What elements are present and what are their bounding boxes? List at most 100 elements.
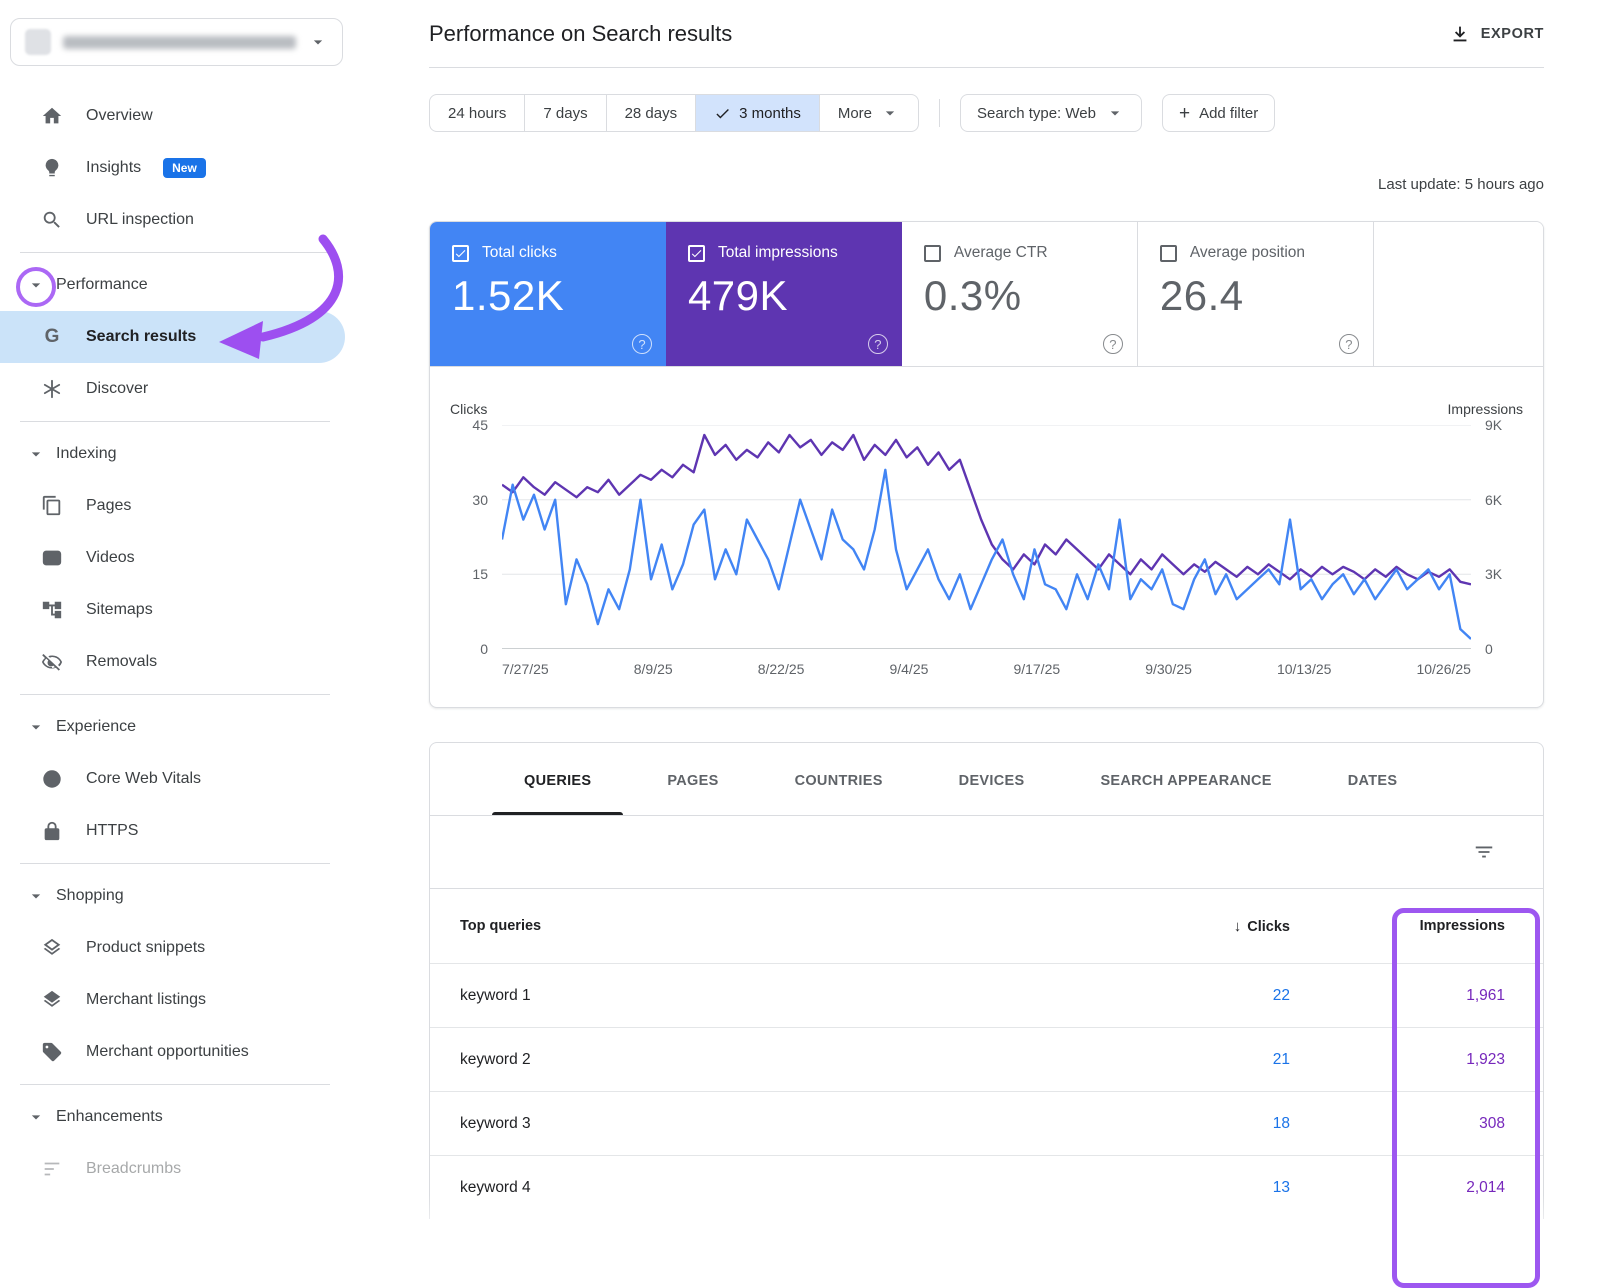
date-range-24-hours[interactable]: 24 hours <box>430 95 524 131</box>
sidebar-item-merchant-opportunities[interactable]: Merchant opportunities <box>0 1026 345 1078</box>
segment-label: 28 days <box>625 105 678 122</box>
date-range-more[interactable]: More <box>819 95 918 131</box>
tab-search-appearance[interactable]: SEARCH APPEARANCE <box>1062 743 1309 815</box>
sitemap-icon <box>40 599 64 621</box>
sidebar-item-overview[interactable]: Overview <box>0 90 345 142</box>
sidebar-item-insights[interactable]: Insights New <box>0 142 345 194</box>
filter-icon[interactable] <box>1473 841 1495 863</box>
add-filter-chip[interactable]: + Add filter <box>1162 94 1275 132</box>
sidebar-item-product-snippets[interactable]: Product snippets <box>0 922 345 974</box>
right-axis-label: Impressions <box>1448 401 1523 417</box>
sidebar-item-label: Merchant opportunities <box>86 1043 249 1061</box>
tab-devices[interactable]: DEVICES <box>921 743 1063 815</box>
export-label: EXPORT <box>1481 26 1544 42</box>
google-g-icon: G <box>40 326 64 348</box>
chevron-down-icon <box>26 1107 46 1127</box>
clicks-cell: 13 <box>1075 1179 1290 1197</box>
left-axis-ticks: 45 30 15 0 <box>450 425 502 649</box>
sidebar-item-breadcrumbs[interactable]: Breadcrumbs <box>0 1143 345 1195</box>
lock-icon <box>40 820 64 842</box>
sidebar-item-merchant-listings[interactable]: Merchant listings <box>0 974 345 1026</box>
column-header-top-queries[interactable]: Top queries <box>460 918 1075 934</box>
sidebar-section-performance[interactable]: Performance <box>0 259 345 311</box>
sidebar-section-label: Shopping <box>56 887 124 905</box>
table-row[interactable]: keyword 3 18 308 <box>430 1091 1543 1155</box>
sidebar-item-label: Overview <box>86 107 153 125</box>
column-header-impressions[interactable]: Impressions <box>1290 918 1505 934</box>
sidebar-item-sitemaps[interactable]: Sitemaps <box>0 584 345 636</box>
search-type-chip[interactable]: Search type: Web <box>960 94 1142 132</box>
checkbox-checked-icon[interactable] <box>452 245 469 262</box>
asterisk-icon <box>40 378 64 400</box>
metric-value: 479K <box>688 272 886 320</box>
sidebar-item-label: Search results <box>86 328 196 346</box>
total-clicks-tile[interactable]: Total clicks 1.52K ? <box>430 222 666 366</box>
check-icon <box>714 105 731 122</box>
sidebar-item-https[interactable]: HTTPS <box>0 805 345 857</box>
date-range-3-months[interactable]: 3 months <box>695 95 819 131</box>
metric-value: 1.52K <box>452 272 650 320</box>
sidebar-section-indexing[interactable]: Indexing <box>0 428 345 480</box>
help-icon[interactable]: ? <box>632 334 652 354</box>
main-header: Performance on Search results EXPORT <box>429 0 1544 68</box>
query-cell: keyword 1 <box>460 987 1075 1005</box>
plus-icon: + <box>1179 104 1190 123</box>
right-axis-ticks: 9K 6K 3K 0 <box>1471 425 1523 649</box>
sidebar-item-removals[interactable]: Removals <box>0 636 345 688</box>
sidebar-section-experience[interactable]: Experience <box>0 701 345 753</box>
sidebar-section-label: Indexing <box>56 445 117 463</box>
average-position-tile[interactable]: Average position 26.4 ? <box>1138 222 1374 366</box>
tab-countries[interactable]: COUNTRIES <box>757 743 921 815</box>
checkbox-unchecked-icon[interactable] <box>1160 245 1177 262</box>
sidebar-item-videos[interactable]: Videos <box>0 532 345 584</box>
sidebar-item-pages[interactable]: Pages <box>0 480 345 532</box>
clicks-cell: 21 <box>1075 1051 1290 1069</box>
date-range-28-days[interactable]: 28 days <box>606 95 696 131</box>
export-button[interactable]: EXPORT <box>1449 23 1544 45</box>
layers-icon <box>40 937 64 959</box>
sidebar-section-label: Performance <box>56 276 148 294</box>
table-row[interactable]: keyword 1 22 1,961 <box>430 963 1543 1027</box>
chevron-down-icon <box>26 886 46 906</box>
help-icon[interactable]: ? <box>868 334 888 354</box>
sidebar-item-url-inspection[interactable]: URL inspection <box>0 194 345 246</box>
tab-queries[interactable]: QUERIES <box>486 743 629 815</box>
help-icon[interactable]: ? <box>1103 334 1123 354</box>
impressions-cell: 1,961 <box>1290 987 1505 1005</box>
tag-icon <box>40 1041 64 1063</box>
pages-icon <box>40 495 64 517</box>
metric-tiles: Total clicks 1.52K ? Total impressions 4… <box>430 222 1543 367</box>
sidebar-item-label: URL inspection <box>86 211 194 229</box>
table-tabs: QUERIES PAGES COUNTRIES DEVICES SEARCH A… <box>430 743 1543 816</box>
sidebar-item-discover[interactable]: Discover <box>0 363 345 415</box>
average-ctr-tile[interactable]: Average CTR 0.3% ? <box>902 222 1138 366</box>
table-toolbar <box>430 816 1543 889</box>
checkbox-unchecked-icon[interactable] <box>924 245 941 262</box>
impressions-cell: 308 <box>1290 1115 1505 1133</box>
main-content: Performance on Search results EXPORT 24 … <box>425 0 1600 1241</box>
column-header-clicks[interactable]: ↓Clicks <box>1075 918 1290 935</box>
chevron-down-icon <box>880 103 900 123</box>
tab-dates[interactable]: DATES <box>1310 743 1436 815</box>
table-row[interactable]: keyword 2 21 1,923 <box>430 1027 1543 1091</box>
x-axis-ticks: 7/27/25 8/9/25 8/22/25 9/4/25 9/17/25 9/… <box>502 661 1471 677</box>
date-range-7-days[interactable]: 7 days <box>524 95 605 131</box>
sidebar-item-label: Breadcrumbs <box>86 1160 181 1178</box>
property-selector[interactable] <box>10 18 343 66</box>
metric-label: Total impressions <box>718 244 838 262</box>
total-impressions-tile[interactable]: Total impressions 479K ? <box>666 222 902 366</box>
chart-area: Clicks Impressions 45 30 15 0 9K <box>430 367 1543 707</box>
sidebar-item-core-web-vitals[interactable]: Core Web Vitals <box>0 753 345 805</box>
eye-off-icon <box>40 651 64 673</box>
sidebar-section-enhancements[interactable]: Enhancements <box>0 1091 345 1143</box>
sidebar-item-search-results[interactable]: G Search results <box>0 311 345 363</box>
table-row[interactable]: keyword 4 13 2,014 <box>430 1155 1543 1219</box>
sidebar-item-label: Merchant listings <box>86 991 206 1009</box>
checkbox-checked-icon[interactable] <box>688 245 705 262</box>
new-badge: New <box>163 158 206 178</box>
metric-label: Total clicks <box>482 244 557 262</box>
tab-pages[interactable]: PAGES <box>629 743 756 815</box>
help-icon[interactable]: ? <box>1339 334 1359 354</box>
segment-label: More <box>838 105 872 122</box>
sidebar-section-shopping[interactable]: Shopping <box>0 870 345 922</box>
